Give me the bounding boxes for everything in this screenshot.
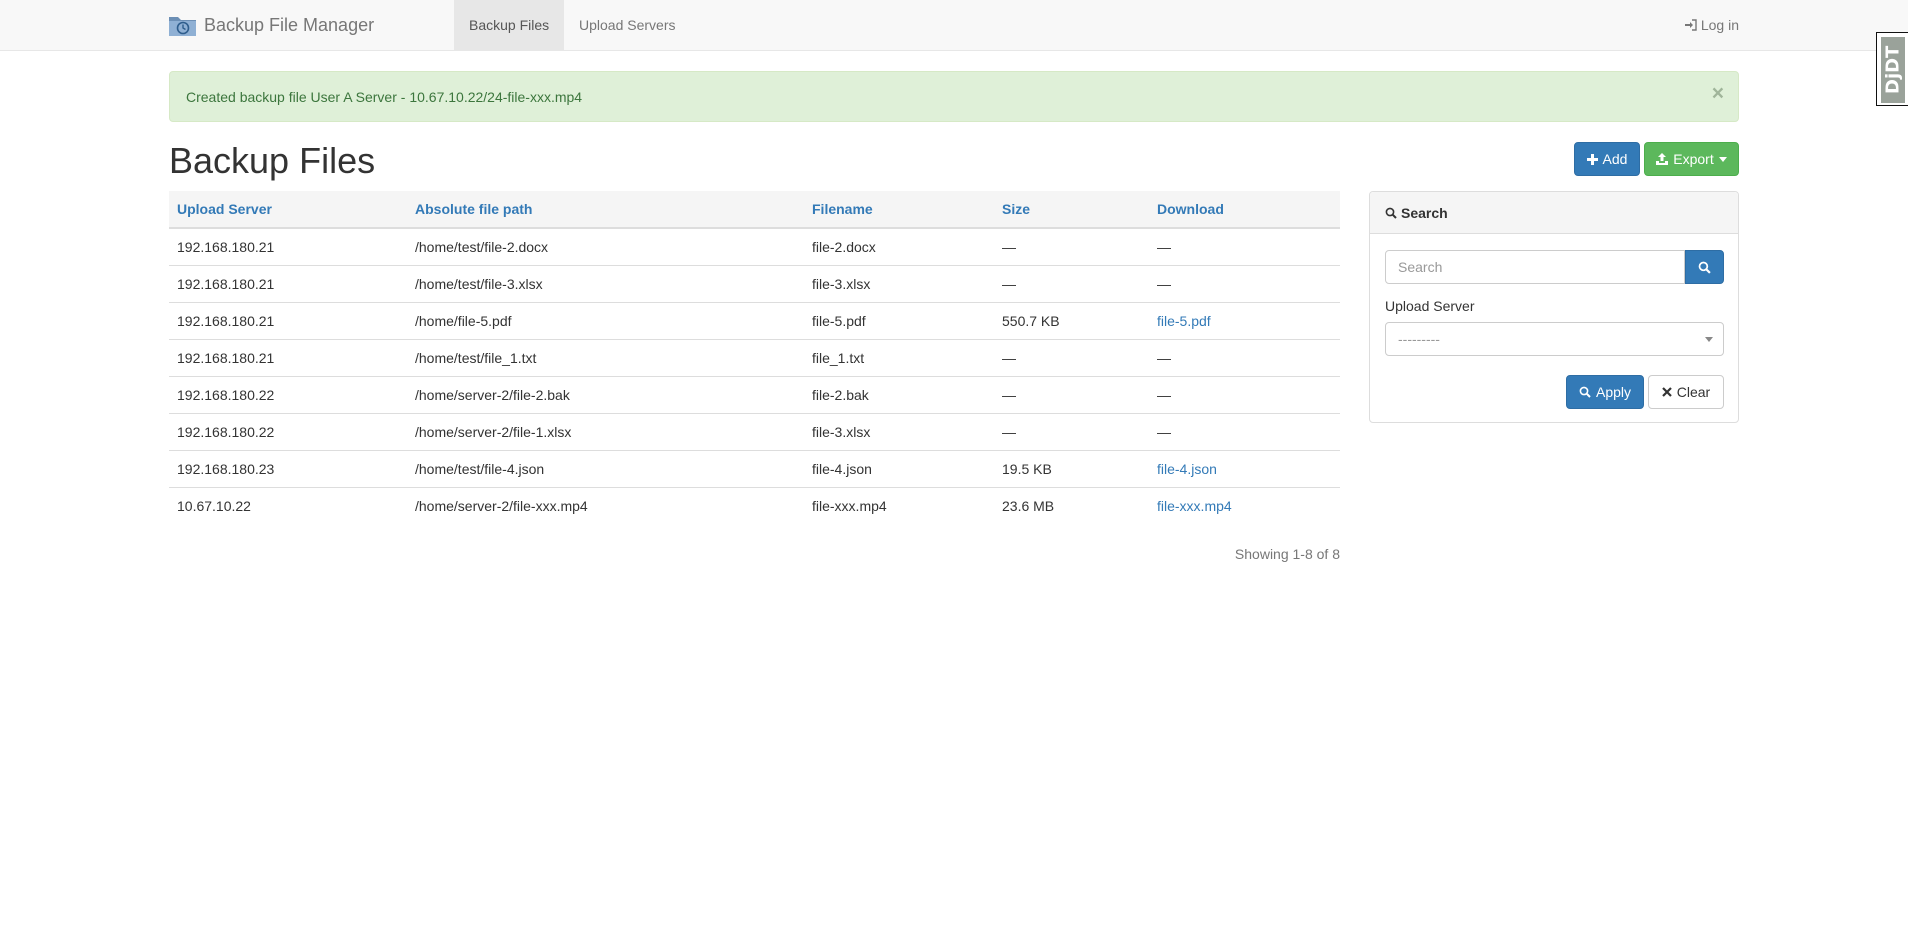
- search-input[interactable]: [1385, 250, 1685, 284]
- cell-size: 23.6 MB: [994, 486, 1149, 524]
- pagination-summary: Showing 1-8 of 8: [1234, 546, 1340, 562]
- close-icon: [1661, 387, 1672, 397]
- page-title: Backup Files: [169, 140, 376, 181]
- cell-filename: file-3.xlsx: [804, 264, 994, 302]
- table-row: 192.168.180.21 /home/test/file-2.docx fi…: [169, 228, 1340, 265]
- table-row: 192.168.180.23 /home/test/file-4.json fi…: [169, 449, 1340, 487]
- cell-download: file-xxx.mp4: [1149, 486, 1340, 524]
- cell-size: 19.5 KB: [994, 449, 1149, 487]
- cell-size: 550.7 KB: [994, 301, 1149, 339]
- add-button[interactable]: Add: [1574, 142, 1640, 176]
- table-row: 192.168.180.21 /home/test/file_1.txt fil…: [169, 338, 1340, 376]
- cell-size: —: [994, 264, 1149, 302]
- download-link[interactable]: file-5.pdf: [1157, 313, 1211, 329]
- cell-path: /home/server-2/file-1.xlsx: [407, 412, 804, 450]
- cell-size: —: [994, 338, 1149, 376]
- alert-message: Created backup file User A Server - 10.6…: [186, 88, 583, 105]
- backup-logo-icon: [168, 13, 198, 37]
- column-header-absolute-path[interactable]: Absolute file path: [407, 191, 804, 229]
- export-label: Export: [1673, 151, 1714, 167]
- table-row: 10.67.10.22 /home/server-2/file-xxx.mp4 …: [169, 486, 1340, 524]
- cell-size: —: [1002, 238, 1016, 255]
- clear-label: Clear: [1676, 384, 1711, 400]
- plus-icon: [1586, 153, 1598, 165]
- success-alert: Created backup file User A Server - 10.6…: [169, 71, 1739, 122]
- debug-toolbar-handle[interactable]: DjDT: [1876, 32, 1908, 106]
- chevron-down-icon: [1705, 337, 1713, 342]
- table-header-row: Upload Server Absolute file path Filenam…: [169, 191, 1340, 229]
- cell-download: —: [1157, 238, 1171, 255]
- table-row: 192.168.180.22 /home/server-2/file-1.xls…: [169, 412, 1340, 450]
- cell-path: /home/server-2/file-xxx.mp4: [407, 486, 804, 524]
- cell-filename: file-xxx.mp4: [804, 486, 994, 524]
- table-row: 192.168.180.21 /home/test/file-3.xlsx fi…: [169, 264, 1340, 302]
- cell-download: —: [1149, 264, 1340, 302]
- tab-upload-servers[interactable]: Upload Servers: [564, 0, 691, 50]
- table-row: 192.168.180.22 /home/server-2/file-2.bak…: [169, 375, 1340, 413]
- cell-download: file-5.pdf: [1149, 301, 1340, 339]
- cell-path: /home/test/file_1.txt: [407, 338, 804, 376]
- search-icon: [1385, 207, 1397, 219]
- cell-filename: file-2.docx: [812, 238, 876, 255]
- cell-server: 192.168.180.21: [177, 238, 275, 255]
- search-panel-heading: Search: [1370, 192, 1738, 234]
- column-header-filename[interactable]: Filename: [804, 191, 994, 229]
- search-icon: [1698, 261, 1711, 274]
- cell-server: 192.168.180.21: [169, 338, 407, 376]
- upload-server-label: Upload Server: [1385, 298, 1475, 314]
- column-header-upload-server[interactable]: Upload Server: [169, 191, 407, 229]
- cell-server: 192.168.180.21: [169, 264, 407, 302]
- search-button[interactable]: [1685, 250, 1724, 284]
- close-icon[interactable]: ×: [1712, 83, 1724, 104]
- cell-download: —: [1149, 375, 1340, 413]
- search-panel-title: Search: [1401, 204, 1448, 221]
- brand[interactable]: Backup File Manager: [168, 0, 374, 50]
- cell-server: 192.168.180.22: [169, 412, 407, 450]
- cell-filename: file-5.pdf: [804, 301, 994, 339]
- cell-server: 192.168.180.21: [169, 301, 407, 339]
- download-link[interactable]: file-4.json: [1157, 461, 1217, 477]
- cell-server: 192.168.180.22: [169, 375, 407, 413]
- login-icon: [1684, 19, 1697, 31]
- download-link[interactable]: file-xxx.mp4: [1157, 498, 1232, 514]
- column-header-download[interactable]: Download: [1149, 191, 1340, 229]
- upload-server-select[interactable]: ---------: [1385, 322, 1724, 356]
- cell-server: 10.67.10.22: [169, 486, 407, 524]
- cell-path: /home/test/file-2.docx: [415, 238, 549, 255]
- table-row: 192.168.180.21 /home/file-5.pdf file-5.p…: [169, 301, 1340, 339]
- cell-filename: file-2.bak: [804, 375, 994, 413]
- upload-server-selected: ---------: [1398, 331, 1440, 347]
- cell-download: —: [1149, 338, 1340, 376]
- cell-path: /home/test/file-3.xlsx: [407, 264, 804, 302]
- login-label: Log in: [1700, 17, 1739, 33]
- navbar: Backup File Manager Backup Files Upload …: [0, 0, 1908, 51]
- cell-path: /home/server-2/file-2.bak: [407, 375, 804, 413]
- cell-path: /home/file-5.pdf: [407, 301, 804, 339]
- tab-backup-files[interactable]: Backup Files: [454, 0, 565, 50]
- export-button[interactable]: Export: [1644, 142, 1739, 176]
- cell-path: /home/test/file-4.json: [407, 449, 804, 487]
- brand-label: Backup File Manager: [204, 14, 375, 35]
- add-label: Add: [1602, 151, 1628, 167]
- backup-files-table: Upload Server Absolute file path Filenam…: [169, 191, 1340, 524]
- search-icon: [1579, 386, 1591, 398]
- cell-size: —: [994, 375, 1149, 413]
- cell-filename: file-3.xlsx: [804, 412, 994, 450]
- debug-toolbar-label: DjDT: [1881, 37, 1905, 103]
- cell-server: 192.168.180.23: [169, 449, 407, 487]
- cell-size: —: [994, 412, 1149, 450]
- apply-button[interactable]: Apply: [1566, 375, 1644, 409]
- clear-button[interactable]: Clear: [1648, 375, 1724, 409]
- login-link[interactable]: Log in: [1684, 0, 1739, 50]
- upload-icon: [1656, 153, 1669, 165]
- column-header-size[interactable]: Size: [994, 191, 1149, 229]
- caret-down-icon: [1718, 156, 1727, 162]
- search-panel: Search Upload Server --------- Apply Cle…: [1369, 191, 1739, 423]
- cell-filename: file-4.json: [804, 449, 994, 487]
- cell-download: file-4.json: [1149, 449, 1340, 487]
- cell-download: —: [1149, 412, 1340, 450]
- cell-filename: file_1.txt: [804, 338, 994, 376]
- apply-label: Apply: [1595, 384, 1632, 400]
